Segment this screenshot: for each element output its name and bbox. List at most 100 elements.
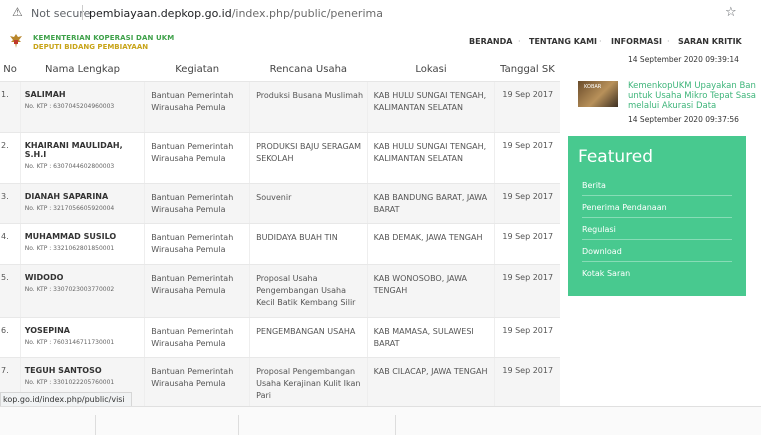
divider	[82, 5, 83, 20]
rencana-cell: Souvenir	[249, 183, 368, 224]
ktp-number: No. KTP : 6307044602800003	[24, 163, 115, 170]
divider	[395, 415, 396, 435]
tanggal-cell: 19 Sep 2017	[494, 223, 560, 265]
nav-tentang-kami[interactable]: TENTANG KAMI	[529, 37, 597, 46]
rencana-cell: BUDIDAYA BUAH TIN	[249, 223, 368, 265]
nav-separator: ·	[518, 37, 521, 46]
ktp-number: No. KTP : 3321062801850001	[24, 245, 115, 252]
org-name-line2[interactable]: DEPUTI BIDANG PEMBIAYAAN	[33, 43, 148, 51]
nav-separator: ·	[667, 37, 670, 46]
recipient-name: YOSEPINA	[24, 326, 70, 335]
recipient-name: KHAIRANI MAULIDAH, S.H.I	[24, 141, 123, 159]
name-cell: KHAIRANI MAULIDAH, S.H.I No. KTP : 630704…	[19, 132, 145, 184]
featured-link-regulasi[interactable]: Regulasi	[582, 225, 616, 234]
featured-panel: Featured Berita Penerima Pendanaan Regul…	[568, 136, 746, 296]
rencana-cell: PENGEMBANGAN USAHA	[249, 317, 368, 358]
ktp-number: No. KTP : 6307045204960003	[24, 103, 115, 110]
news-timestamp: 14 September 2020 09:37:56	[628, 115, 739, 124]
row-number: 6.	[0, 317, 21, 358]
recipient-name: DIANAH SAPARINA	[24, 192, 109, 201]
thumbnail-text: KOBAR	[584, 84, 602, 90]
name-cell: MUHAMMAD SUSILO No. KTP : 332106280185000…	[19, 223, 145, 265]
featured-link-kotak-saran[interactable]: Kotak Saran	[582, 269, 630, 278]
table-row: 1. SALIMAH No. KTP : 6307045204960003 Ban…	[0, 81, 560, 133]
table-row: 6. YOSEPINA No. KTP : 7603146711730001 Ba…	[0, 317, 560, 358]
news-link[interactable]: KemenkopUKM Upayakan Ban untuk Usaha Mik…	[628, 81, 761, 111]
lokasi-cell: KAB DEMAK, JAWA TENGAH	[366, 223, 495, 265]
row-number: 1.	[0, 81, 21, 133]
name-cell: DIANAH SAPARINA No. KTP : 321705660592000…	[19, 183, 145, 224]
kegiatan-cell: Bantuan Pemerintah Wirausaha Pemula	[144, 317, 250, 358]
ktp-number: No. KTP : 7603146711730001	[24, 339, 115, 346]
lokasi-cell: KAB MAMASA, SULAWESI BARAT	[366, 317, 495, 358]
nav-separator: ·	[599, 37, 602, 46]
row-number: 5.	[0, 264, 21, 318]
tanggal-cell: 19 Sep 2017	[494, 317, 560, 358]
row-number: 2.	[0, 132, 21, 184]
lokasi-cell: KAB HULU SUNGAI TENGAH, KALIMANTAN SELAT…	[366, 132, 495, 184]
featured-link-berita[interactable]: Berita	[582, 181, 606, 190]
tanggal-cell: 19 Sep 2017	[494, 132, 560, 184]
ktp-number: No. KTP : 3307023003770002	[24, 286, 115, 293]
rencana-cell: Proposal Pengembangan Usaha Kerajinan Ku…	[249, 357, 368, 410]
nav-beranda[interactable]: BERANDA	[469, 37, 512, 46]
kegiatan-cell: Bantuan Pemerintah Wirausaha Pemula	[144, 132, 250, 184]
garuda-logo-icon[interactable]	[9, 33, 23, 49]
kegiatan-cell: Bantuan Pemerintah Wirausaha Pemula	[144, 81, 250, 133]
col-header-tanggal: Tanggal SK	[494, 57, 560, 82]
col-header-lokasi: Lokasi	[367, 57, 495, 82]
featured-title: Featured	[578, 147, 654, 167]
tanggal-cell: 19 Sep 2017	[494, 264, 560, 318]
col-header-nama: Nama Lengkap	[20, 57, 145, 82]
kegiatan-cell: Bantuan Pemerintah Wirausaha Pemula	[144, 183, 250, 224]
tanggal-cell: 19 Sep 2017	[494, 357, 560, 410]
divider	[582, 239, 732, 240]
lokasi-cell: KAB HULU SUNGAI TENGAH, KALIMANTAN SELAT…	[366, 81, 495, 133]
name-cell: YOSEPINA No. KTP : 7603146711730001	[19, 317, 145, 358]
warning-icon[interactable]: ⚠	[12, 6, 24, 18]
divider	[95, 415, 96, 435]
name-cell: SALIMAH No. KTP : 6307045204960003	[19, 81, 145, 133]
news-timestamp: 14 September 2020 09:39:14	[628, 55, 739, 64]
url-text[interactable]: pembiayaan.depkop.go.id/index.php/public…	[89, 7, 383, 20]
kegiatan-cell: Bantuan Pemerintah Wirausaha Pemula	[144, 264, 250, 318]
recipients-table: No Nama Lengkap Kegiatan Rencana Usaha L…	[0, 57, 560, 410]
rencana-cell: Proposal Usaha Pengembangan Usaha Kecil …	[249, 264, 368, 318]
divider	[582, 195, 732, 196]
table-row: 4. MUHAMMAD SUSILO No. KTP : 332106280185…	[0, 223, 560, 265]
row-number: 3.	[0, 183, 21, 224]
kegiatan-cell: Bantuan Pemerintah Wirausaha Pemula	[144, 357, 250, 410]
tanggal-cell: 19 Sep 2017	[494, 81, 560, 133]
col-header-rencana: Rencana Usaha	[249, 57, 368, 82]
tanggal-cell: 19 Sep 2017	[494, 183, 560, 224]
ktp-number: No. KTP : 3217056605920004	[24, 205, 115, 212]
col-header-no: No	[0, 57, 21, 82]
recipient-name: WIDODO	[24, 273, 64, 282]
kegiatan-cell: Bantuan Pemerintah Wirausaha Pemula	[144, 223, 250, 265]
divider	[238, 415, 239, 435]
rencana-cell: Produksi Busana Muslimah	[249, 81, 368, 133]
recipient-name: TEGUH SANTOSO	[24, 366, 102, 375]
rencana-cell: PRODUKSI BAJU SERAGAM SEKOLAH	[249, 132, 368, 184]
recipient-name: MUHAMMAD SUSILO	[24, 232, 117, 241]
lokasi-cell: KAB CILACAP, JAWA TENGAH	[366, 357, 495, 410]
browser-address-bar[interactable]: ⚠ Not secure pembiayaan.depkop.go.id/ind…	[0, 0, 761, 27]
table-header-row: No Nama Lengkap Kegiatan Rencana Usaha L…	[0, 57, 560, 82]
bookmark-star-icon[interactable]: ☆	[725, 5, 737, 20]
featured-link-download[interactable]: Download	[582, 247, 622, 256]
recipient-name: SALIMAH	[24, 90, 66, 99]
news-thumbnail[interactable]: KOBAR	[578, 81, 618, 107]
row-number: 4.	[0, 223, 21, 265]
lokasi-cell: KAB BANDUNG BARAT, JAWA BARAT	[366, 183, 495, 224]
nav-informasi[interactable]: INFORMASI	[611, 37, 662, 46]
featured-link-penerima-pendanaan[interactable]: Penerima Pendanaan	[582, 203, 667, 212]
nav-saran-kritik[interactable]: SARAN KRITIK	[678, 37, 742, 46]
org-name-line1[interactable]: KEMENTERIAN KOPERASI DAN UKM	[33, 34, 174, 42]
bottom-bar	[0, 406, 761, 435]
divider	[582, 261, 732, 262]
name-cell: WIDODO No. KTP : 3307023003770002	[19, 264, 145, 318]
table-row: 2. KHAIRANI MAULIDAH, S.H.I No. KTP : 630…	[0, 132, 560, 184]
lokasi-cell: KAB WONOSOBO, JAWA TENGAH	[366, 264, 495, 318]
ktp-number: No. KTP : 3301022205760001	[24, 379, 115, 386]
table-row: 3. DIANAH SAPARINA No. KTP : 321705660592…	[0, 183, 560, 224]
